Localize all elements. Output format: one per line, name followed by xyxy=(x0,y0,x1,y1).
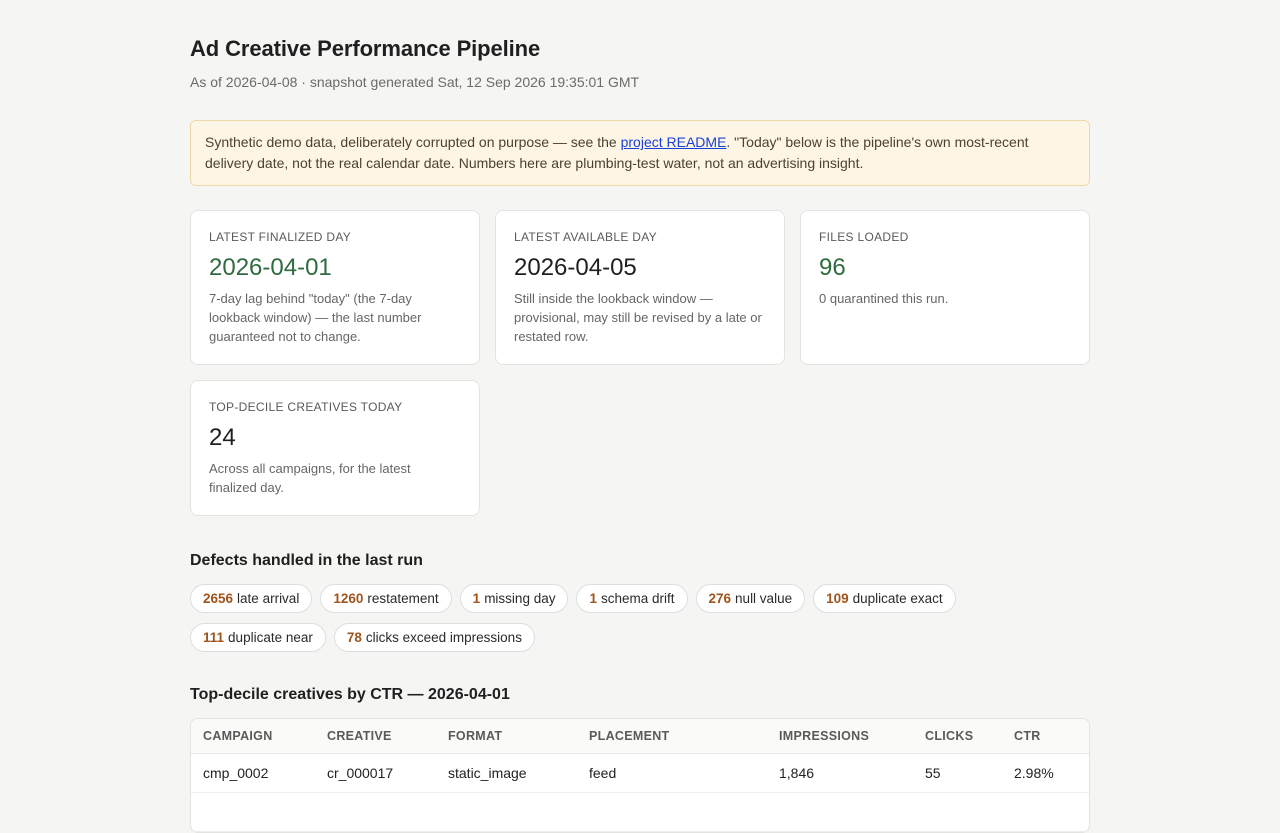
defect-count: 1 xyxy=(589,591,597,606)
defects-heading: Defects handled in the last run xyxy=(190,552,423,569)
card-value: 24 xyxy=(209,424,236,451)
table-row: cmp_0002 cr_000017 static_image feed 1,8… xyxy=(191,753,1089,793)
defect-label: late arrival xyxy=(237,591,300,606)
card-description: Still inside the lookback window — provi… xyxy=(514,291,762,344)
card-description: 0 quarantined this run. xyxy=(819,291,949,306)
page-title: Ad Creative Performance Pipeline xyxy=(190,36,541,61)
defect-pill: 1 missing day xyxy=(459,584,569,613)
defect-pill: 1 schema drift xyxy=(576,584,688,613)
card-latest-available-day: Latest available day 2026-04-05 Still in… xyxy=(495,210,785,365)
defect-label: null value xyxy=(735,591,793,606)
defect-pill: 78 clicks exceed impressions xyxy=(333,623,535,652)
card-value: 2026-04-05 xyxy=(514,254,637,281)
defect-count: 111 xyxy=(203,630,225,645)
top-decile-section: Top-decile creatives by CTR — 2026-04-01… xyxy=(190,686,1090,833)
summary-cards: Latest finalized day 2026-04-01 7-day la… xyxy=(190,210,1090,516)
card-latest-finalized-day: Latest finalized day 2026-04-01 7-day la… xyxy=(190,210,480,365)
cell-clicks: 55 xyxy=(913,753,1002,793)
top-decile-heading: Top-decile creatives by CTR — 2026-04-01 xyxy=(190,686,510,703)
card-value: 2026-04-01 xyxy=(209,254,332,281)
cell-campaign: cmp_0002 xyxy=(191,753,315,793)
cell-impressions: 1,846 xyxy=(767,753,913,793)
column-header-ctr: CTR xyxy=(1002,719,1089,754)
cell-placement: feed xyxy=(577,753,767,793)
top-decile-table: Campaign Creative Format Placement Impre… xyxy=(190,718,1090,833)
card-description: Across all campaigns, for the latest fin… xyxy=(209,461,411,495)
column-header-campaign: Campaign xyxy=(191,719,315,754)
card-files-loaded: Files loaded 96 0 quarantined this run. xyxy=(800,210,1090,365)
defect-pill: 109 duplicate exact xyxy=(813,584,956,613)
cell-creative: cr_000017 xyxy=(315,753,436,793)
defects-section: Defects handled in the last run 2656 late… xyxy=(190,552,1090,652)
table-header-row: Campaign Creative Format Placement Impre… xyxy=(191,719,1089,754)
defect-pill: 1260 restatement xyxy=(320,584,452,613)
defect-count: 109 xyxy=(826,591,849,606)
page-subtitle: As of 2026-04-08 · snapshot generated Sa… xyxy=(190,74,640,90)
defect-count: 78 xyxy=(346,630,362,645)
card-description: 7-day lag behind "today" (the 7-day look… xyxy=(209,291,422,344)
defect-count: 1260 xyxy=(333,591,364,606)
defect-label: schema drift xyxy=(600,591,675,606)
defect-pills: 2656 late arrival 1260 restatement 1 missin… xyxy=(190,584,1090,652)
column-header-placement: Placement xyxy=(577,719,767,754)
cell-format: static_image xyxy=(436,753,577,793)
column-header-creative: Creative xyxy=(315,719,436,754)
defect-pill: 2656 late arrival xyxy=(190,584,313,613)
defect-pill: 111 duplicate near xyxy=(190,623,326,652)
defect-label: duplicate exact xyxy=(852,591,943,606)
defect-count: 1 xyxy=(472,591,481,606)
card-label: Latest available day xyxy=(514,230,657,244)
table-row-partial xyxy=(191,792,1089,832)
page: Ad Creative Performance Pipeline As of 2… xyxy=(190,0,1090,833)
defect-count: 2656 xyxy=(203,591,234,606)
column-header-clicks: Clicks xyxy=(913,719,1002,754)
card-label: Files loaded xyxy=(819,230,909,244)
notice-text-before: Synthetic demo data, deliberately corrup… xyxy=(205,134,621,150)
readme-link[interactable]: project README xyxy=(621,134,727,150)
defect-label: missing day xyxy=(484,591,556,606)
column-header-format: Format xyxy=(436,719,577,754)
defect-label: duplicate near xyxy=(228,630,313,645)
cell-ctr: 2.98% xyxy=(1002,753,1089,793)
card-label: Latest finalized day xyxy=(209,230,352,244)
card-label: Top-decile creatives today xyxy=(209,400,403,414)
column-header-impressions: Impressions xyxy=(767,719,913,754)
defect-label: clicks exceed impressions xyxy=(365,630,522,645)
defect-pill: 276 null value xyxy=(695,584,806,613)
card-value: 96 xyxy=(819,254,846,281)
demo-data-notice: Synthetic demo data, deliberately corrup… xyxy=(190,120,1090,186)
card-top-decile-creatives: Top-decile creatives today 24 Across all… xyxy=(190,380,480,516)
defect-count: 276 xyxy=(708,591,732,606)
defect-label: restatement xyxy=(367,591,439,606)
